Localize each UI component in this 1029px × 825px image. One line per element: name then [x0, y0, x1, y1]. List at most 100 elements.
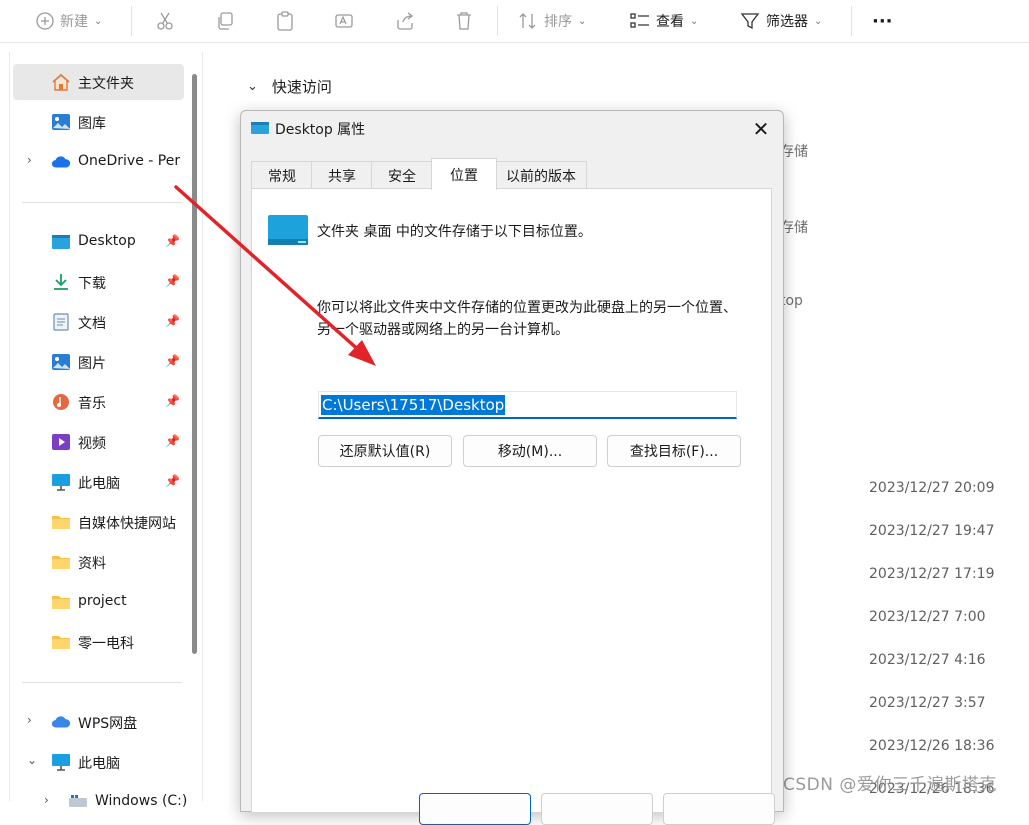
divider: [497, 6, 498, 36]
sort-button[interactable]: 排序 ⌄: [518, 0, 586, 42]
video-icon: [52, 434, 70, 450]
nav-item-documents[interactable]: 文档 📌: [13, 304, 184, 340]
nav-label: 下载: [78, 276, 106, 292]
pin-icon[interactable]: 📌: [165, 434, 180, 448]
nav-item-home[interactable]: 主文件夹: [13, 64, 184, 100]
pin-icon[interactable]: 📌: [165, 474, 180, 488]
chevron-right-icon[interactable]: ›: [27, 153, 32, 167]
nav-item-this-pc-pinned[interactable]: 此电脑 📌: [13, 464, 184, 500]
chevron-down-icon: ⌄: [578, 15, 587, 27]
ok-button[interactable]: [419, 793, 531, 825]
view-icon: [630, 13, 649, 28]
nav-item-onedrive[interactable]: › OneDrive - Per: [13, 144, 184, 180]
nav-item-drive-c[interactable]: › Windows (C:): [30, 784, 201, 820]
tab-previous-versions[interactable]: 以前的版本: [495, 161, 587, 189]
pin-icon[interactable]: 📌: [165, 314, 180, 328]
chevron-right-icon[interactable]: ›: [44, 793, 49, 807]
tab-label: 常规: [268, 168, 296, 185]
nav-label: 文档: [78, 316, 106, 332]
move-button[interactable]: 移动(M)...: [463, 435, 597, 467]
cut-button[interactable]: [156, 0, 174, 42]
cancel-button[interactable]: [541, 793, 653, 825]
view-button[interactable]: 查看 ⌄: [630, 0, 698, 42]
nav-item-pictures[interactable]: 图片 📌: [13, 344, 184, 380]
pin-icon[interactable]: 📌: [165, 354, 180, 368]
copy-button[interactable]: [215, 0, 235, 42]
nav-item-gallery[interactable]: 图库: [13, 104, 184, 140]
list-item-date: 2023/12/26 18:36: [869, 738, 995, 754]
more-icon: ···: [872, 10, 893, 32]
paste-button[interactable]: [275, 0, 295, 42]
filter-label: 筛选器: [766, 14, 808, 30]
properties-dialog: Desktop 属性 ✕ 常规 共享 安全 位置 以前的版本 文件夹 桌面 中的…: [240, 110, 784, 825]
chevron-down-icon[interactable]: ⌄: [27, 753, 37, 767]
pin-icon[interactable]: 📌: [165, 234, 180, 248]
nav-item-videos[interactable]: 视频 📌: [13, 424, 184, 460]
nav-item-wps-cloud[interactable]: › WPS网盘: [13, 704, 184, 740]
nav-item-downloads[interactable]: 下载 📌: [13, 264, 184, 300]
nav-item-desktop[interactable]: Desktop 📌: [13, 224, 184, 260]
share-icon: [397, 12, 414, 30]
nav-label: 视频: [78, 436, 106, 452]
quick-access-header[interactable]: ⌄ 快速访问: [247, 76, 332, 97]
download-icon: [54, 274, 68, 290]
gallery-icon: [52, 114, 70, 130]
tab-security[interactable]: 安全: [371, 161, 433, 189]
nav-item-music[interactable]: 音乐 📌: [13, 384, 184, 420]
nav-label: 自媒体快捷网站: [78, 516, 176, 532]
divider: [22, 682, 182, 683]
tab-label: 位置: [450, 167, 478, 184]
tab-general[interactable]: 常规: [251, 161, 313, 189]
more-options-button[interactable]: ···: [872, 0, 893, 42]
sort-icon: [519, 13, 536, 29]
share-button[interactable]: [395, 0, 415, 42]
sort-label: 排序: [544, 14, 572, 30]
folder-icon: [52, 516, 70, 529]
nav-item-folder[interactable]: project: [13, 584, 184, 620]
nav-label: 资料: [78, 556, 106, 572]
divider: [131, 6, 132, 36]
nav-label: OneDrive - Per: [78, 153, 181, 169]
new-button[interactable]: 新建 ⌄: [36, 0, 102, 42]
nav-label: 图片: [78, 356, 106, 372]
nav-label: 零一电科: [78, 636, 134, 652]
nav-scrollbar[interactable]: [192, 74, 197, 654]
filter-button[interactable]: 筛选器 ⌄: [740, 0, 822, 42]
tab-location[interactable]: 位置: [431, 158, 497, 190]
list-item-date: 2023/12/27 7:00: [869, 609, 986, 625]
nav-item-folder[interactable]: 资料: [13, 544, 184, 580]
chevron-right-icon[interactable]: ›: [27, 713, 32, 727]
wps-cloud-icon: [51, 716, 71, 728]
filter-icon: [740, 13, 760, 30]
list-item-date: 2023/12/27 17:19: [869, 566, 995, 582]
desktop-folder-icon: [268, 215, 308, 245]
plus-circle-icon: [36, 12, 54, 30]
nav-label: WPS网盘: [78, 716, 138, 732]
nav-item-this-pc[interactable]: ⌄ 此电脑: [13, 744, 184, 780]
apply-button[interactable]: [663, 793, 775, 825]
rename-icon: [335, 14, 353, 28]
nav-item-folder[interactable]: 零一电科: [13, 624, 184, 660]
rename-button[interactable]: [334, 0, 354, 42]
pin-icon[interactable]: 📌: [165, 394, 180, 408]
folder-icon: [52, 596, 70, 609]
nav-label: 此电脑: [78, 476, 120, 492]
chevron-down-icon: ⌄: [814, 15, 823, 27]
paste-icon: [277, 11, 293, 31]
nav-item-folder[interactable]: 自媒体快捷网站: [13, 504, 184, 540]
tab-label: 安全: [388, 168, 416, 185]
pin-icon[interactable]: 📌: [165, 274, 180, 288]
view-label: 查看: [656, 14, 684, 30]
close-button[interactable]: ✕: [746, 115, 776, 143]
tab-sharing[interactable]: 共享: [311, 161, 373, 189]
list-item-date: 2023/12/27 20:09: [869, 480, 995, 496]
restore-default-button[interactable]: 还原默认值(R): [318, 435, 452, 467]
dialog-title: Desktop 属性: [275, 122, 366, 138]
list-item-date: 2023/12/27 3:57: [869, 695, 986, 711]
find-target-button[interactable]: 查找目标(F)...: [607, 435, 741, 467]
new-label: 新建: [60, 14, 88, 30]
chevron-down-icon: ⌄: [94, 15, 103, 27]
location-path-input[interactable]: C:\Users\17517\Desktop: [318, 391, 737, 419]
close-icon: ✕: [752, 117, 770, 141]
delete-button[interactable]: [455, 0, 473, 42]
